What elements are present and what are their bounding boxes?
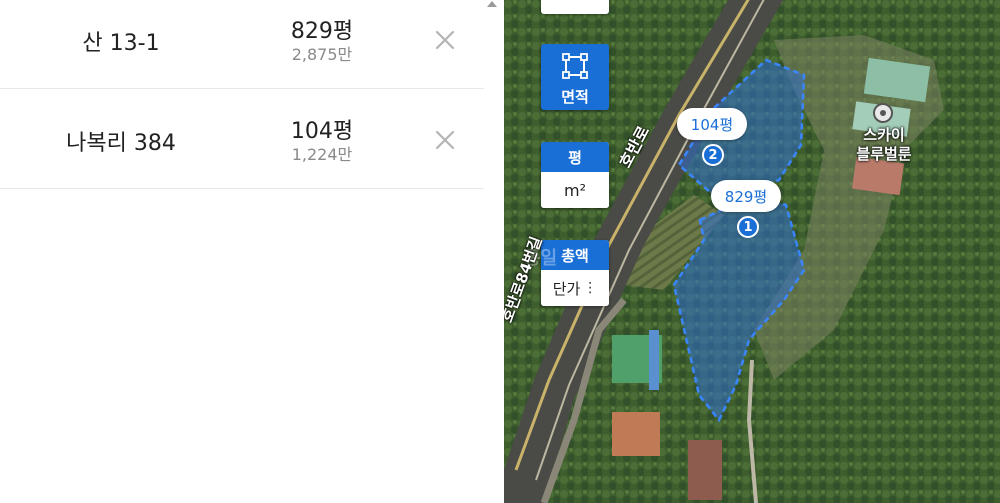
unit-pyeong-option[interactable]: 평 xyxy=(541,142,609,172)
more-options-icon: ⋮ xyxy=(583,280,598,296)
parcel-address: 나복리 384 xyxy=(66,130,176,156)
unit-price-option[interactable]: 단가 ⋮ xyxy=(541,270,609,306)
unit-toggle[interactable]: 평 m² xyxy=(541,142,609,208)
satellite-map[interactable]: 면적 평 m² 총액 단가 ⋮ 통일 호반로 호반로84번길 104평 2 82… xyxy=(504,0,1000,503)
close-icon xyxy=(435,130,455,150)
scroll-up-arrow-icon[interactable] xyxy=(486,0,498,8)
list-item[interactable]: 나복리 384 104평 1,224만 xyxy=(0,89,484,189)
poi-marker-icon[interactable] xyxy=(873,103,893,123)
close-icon xyxy=(435,30,455,50)
area-measure-button[interactable]: 면적 xyxy=(541,44,609,110)
parcel-area-bubble-1[interactable]: 829평 xyxy=(711,180,781,212)
parcel-address: 산 13-1 xyxy=(82,30,160,56)
area-measure-label: 면적 xyxy=(561,88,589,106)
poi-name-line1: 스카이 xyxy=(863,126,905,144)
unit-price-label: 단가 xyxy=(552,279,581,298)
list-item[interactable]: 산 13-1 829평 2,875만 xyxy=(0,0,484,89)
remove-button[interactable] xyxy=(430,125,460,155)
parcel-price: 1,224만 xyxy=(291,145,353,164)
unit-m2-option[interactable]: m² xyxy=(541,172,609,208)
parcel-area-bubble-2[interactable]: 104평 xyxy=(677,108,747,140)
parcel-list-panel: 산 13-1 829평 2,875만 나복리 384 104평 1,224만 xyxy=(0,0,504,503)
poi-name-line2: 블루벌룬 xyxy=(856,145,912,163)
parcel-number-2[interactable]: 2 xyxy=(702,144,724,166)
remove-button[interactable] xyxy=(430,25,460,55)
map-control-top[interactable] xyxy=(541,0,609,14)
polygon-area-icon xyxy=(562,53,588,79)
poi-label[interactable]: 스카이 블루벌룬 xyxy=(839,126,929,164)
parcel-number-1[interactable]: 1 xyxy=(737,216,759,238)
parcel-price: 2,875만 xyxy=(291,45,353,64)
